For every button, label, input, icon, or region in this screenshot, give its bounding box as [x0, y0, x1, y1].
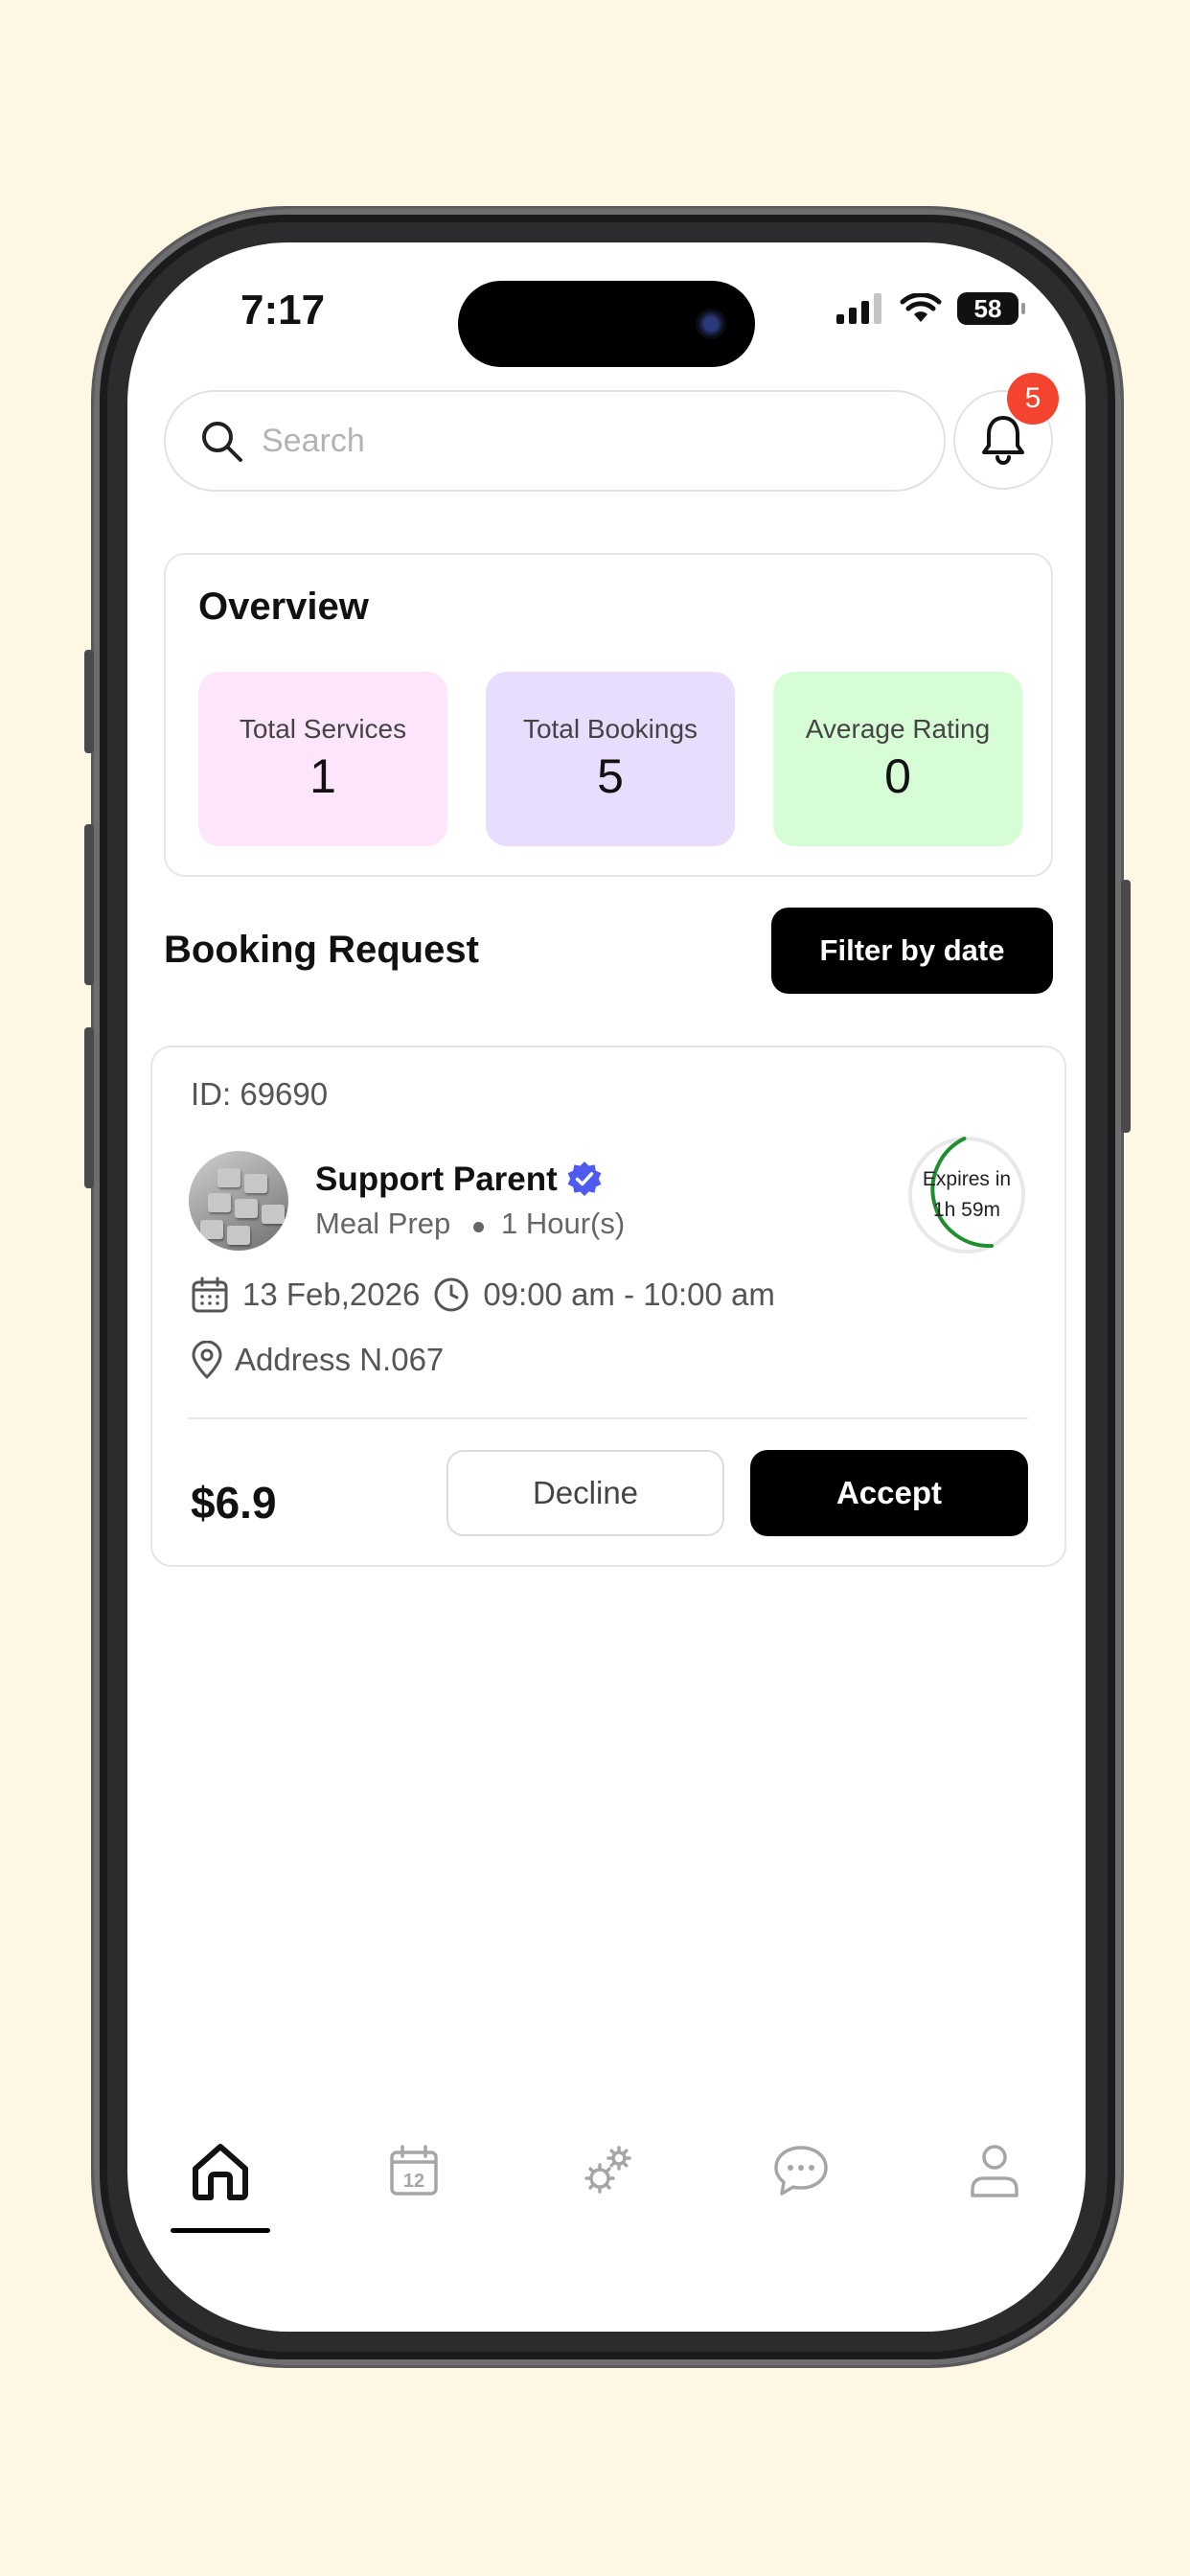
search-input[interactable]: [262, 422, 836, 460]
keyboard-key: [227, 1226, 250, 1245]
stat-label: Total Services: [239, 714, 407, 744]
status-indicators: 58: [836, 292, 1025, 325]
expiry-timer: Expires in 1h 59m: [907, 1136, 1026, 1254]
stat-label: Total Bookings: [522, 714, 698, 744]
service-duration: 1 Hour(s): [501, 1207, 626, 1240]
profile-icon: [971, 2145, 1018, 2197]
accept-button[interactable]: Accept: [750, 1450, 1028, 1536]
service-category: Meal Prep: [315, 1207, 451, 1240]
address-row: Address N.067: [191, 1341, 444, 1379]
app-screen: 7:17 58 5 Overview Total: [127, 242, 1086, 2332]
keyboard-key: [200, 1220, 223, 1239]
chat-icon: [774, 2146, 828, 2196]
stat-value: 5: [597, 749, 624, 803]
active-tab-indicator: [171, 2228, 270, 2233]
stat-total-bookings[interactable]: Total Bookings 5: [486, 672, 735, 846]
overview-card: Overview Total Services 1 Total Bookings…: [164, 553, 1053, 877]
booking-time-range: 09:00 am - 10:00 am: [483, 1276, 775, 1312]
booking-request-title: Booking Request: [164, 929, 479, 971]
stat-average-rating[interactable]: Average Rating 0: [773, 672, 1022, 846]
decline-button[interactable]: Decline: [446, 1450, 724, 1536]
service-avatar: [189, 1151, 288, 1251]
keyboard-key: [262, 1205, 285, 1224]
front-camera: [696, 309, 726, 339]
filter-by-date-button[interactable]: Filter by date: [771, 908, 1053, 994]
date-time-row: 13 Feb,2026 09:00 am - 10:00 am: [191, 1276, 775, 1314]
stat-total-services[interactable]: Total Services 1: [198, 672, 447, 846]
search-icon: [202, 422, 242, 462]
phone-volume-up-button: [84, 824, 94, 985]
clock-icon: [434, 1277, 469, 1312]
tab-messages[interactable]: [751, 2121, 851, 2220]
status-time: 7:17: [240, 287, 326, 334]
dynamic-island: [458, 281, 755, 367]
search-bar[interactable]: [164, 390, 946, 492]
expires-label: Expires in: [922, 1168, 1012, 1190]
calendar-icon: 12: [390, 2145, 438, 2196]
keyboard-key: [208, 1193, 231, 1212]
cellular-signal-icon: [836, 293, 881, 324]
services-icon: [584, 2146, 631, 2194]
booking-request-card[interactable]: ID: 69690 Support Parent Meal Prep 1 Hou…: [150, 1046, 1066, 1567]
booking-address: Address N.067: [235, 1342, 445, 1377]
phone-power-button: [1121, 880, 1131, 1133]
location-pin-icon: [192, 1341, 222, 1379]
battery-icon: 58: [957, 292, 1025, 325]
stat-value: 0: [884, 749, 911, 803]
tab-services[interactable]: [558, 2121, 657, 2220]
home-icon: [193, 2144, 248, 2200]
verified-badge-icon: [567, 1162, 602, 1196]
phone-action-button: [84, 650, 94, 753]
bell-icon: [982, 416, 1024, 465]
expiry-text: Expires in 1h 59m: [907, 1136, 1026, 1254]
keyboard-key: [235, 1199, 258, 1218]
calendar-day-label: 12: [403, 2171, 424, 2192]
card-divider: [189, 1417, 1028, 1419]
calendar-icon: [192, 1276, 228, 1313]
separator-dot: [473, 1222, 484, 1232]
stat-value: 1: [309, 749, 336, 803]
bottom-tab-bar: 12: [127, 2121, 1086, 2236]
overview-title: Overview: [198, 586, 369, 628]
service-name: Support Parent: [315, 1161, 558, 1198]
wifi-icon: [900, 293, 942, 322]
stat-label: Average Rating: [805, 714, 991, 744]
keyboard-key: [217, 1168, 240, 1187]
tab-calendar[interactable]: 12: [364, 2121, 464, 2220]
expires-value: 1h 59m: [932, 1199, 1001, 1221]
notification-count-badge: 5: [1007, 373, 1059, 425]
tab-home[interactable]: [171, 2121, 270, 2220]
tab-profile[interactable]: [945, 2121, 1044, 2220]
keyboard-key: [244, 1174, 267, 1193]
booking-price: $6.9: [191, 1478, 277, 1528]
booking-id: ID: 69690: [191, 1076, 329, 1112]
booking-date: 13 Feb,2026: [242, 1276, 421, 1312]
phone-volume-down-button: [84, 1027, 94, 1188]
